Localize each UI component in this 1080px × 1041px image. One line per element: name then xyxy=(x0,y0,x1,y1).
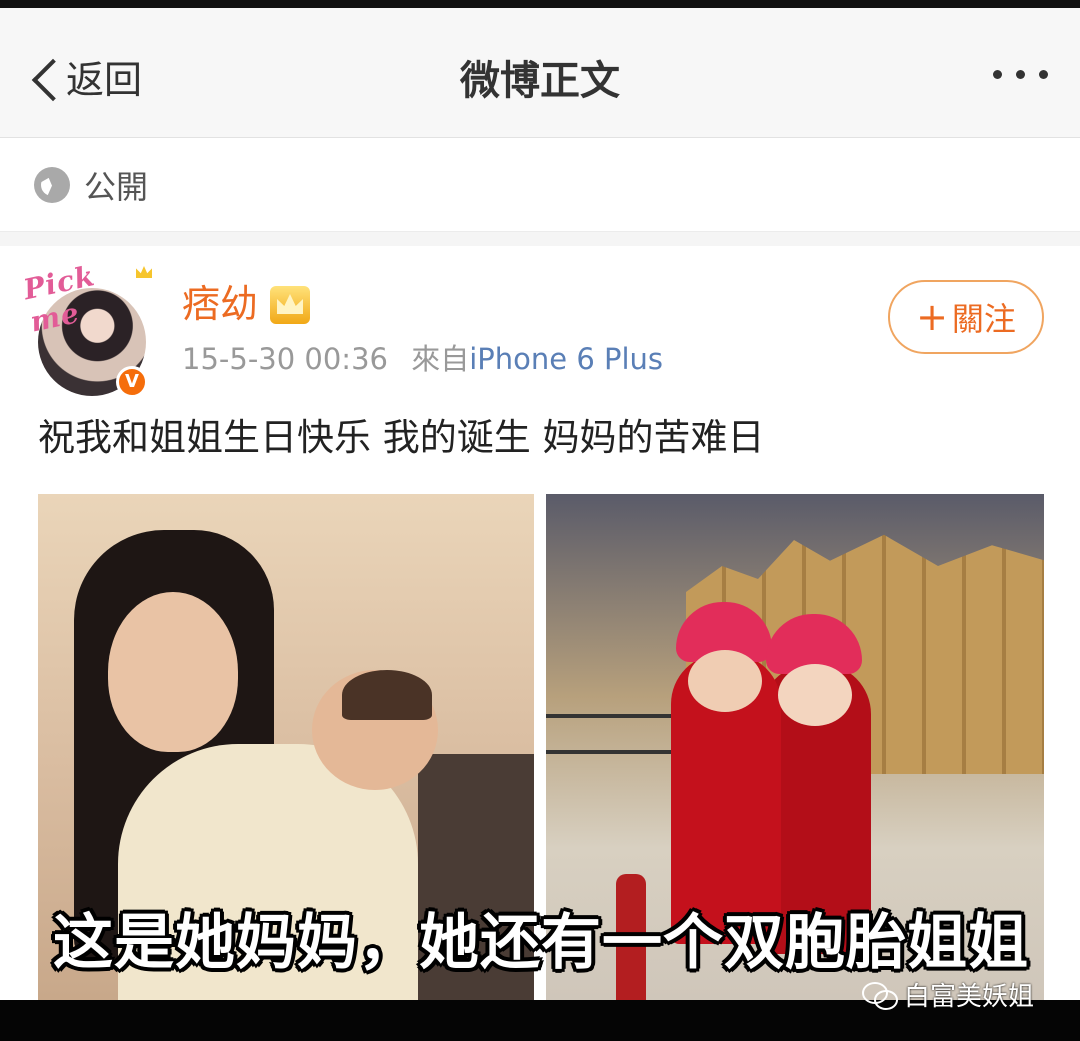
verified-badge-icon: V xyxy=(116,366,148,398)
more-dot xyxy=(1016,70,1025,79)
page-title: 微博正文 xyxy=(460,58,620,104)
more-dot xyxy=(993,70,1002,79)
image-shape xyxy=(778,664,852,726)
source-prefix: 來自 xyxy=(411,342,470,376)
visibility-label: 公開 xyxy=(84,167,149,206)
visibility-bar: 公開 xyxy=(0,138,1080,232)
username[interactable]: 痞幼 xyxy=(182,280,258,328)
image-shape xyxy=(108,592,238,752)
top-edge xyxy=(0,0,1080,8)
more-icon[interactable] xyxy=(993,70,1048,79)
navigation-bar: 返回 微博正文 xyxy=(0,8,1080,138)
vip-crown-icon[interactable] xyxy=(270,286,310,324)
section-divider xyxy=(0,232,1080,246)
follow-label: 關注 xyxy=(951,300,1016,338)
globe-icon xyxy=(34,166,70,203)
more-dot xyxy=(1039,70,1048,79)
watermark-text: 白富美妖姐 xyxy=(904,982,1035,1012)
image-shape xyxy=(688,650,762,712)
post-images: 这是她妈妈，她还有一个双胞胎姐姐 xyxy=(38,494,1044,1000)
post-source[interactable]: iPhone 6 Plus xyxy=(469,342,663,376)
watermark: 白富美妖姐 xyxy=(862,976,1034,1013)
post-text: 祝我和姐姐生日快乐 我的诞生 妈妈的苦难日 xyxy=(38,416,765,459)
post-time: 15-5-30 00:36 xyxy=(182,342,388,376)
video-caption: 这是她妈妈，她还有一个双胞胎姐姐 xyxy=(53,908,1029,978)
plus-icon: + xyxy=(916,295,948,339)
wechat-icon xyxy=(862,981,898,1010)
avatar[interactable]: Pick me V xyxy=(21,259,154,398)
weibo-post: Pick me V 痞幼 15-5-30 00:36 來自iPhone 6 Pl… xyxy=(0,246,1080,1000)
post-meta: 15-5-30 00:36 來自iPhone 6 Plus xyxy=(182,340,663,378)
image-shape xyxy=(342,670,432,720)
follow-button[interactable]: + 關注 xyxy=(888,280,1044,354)
